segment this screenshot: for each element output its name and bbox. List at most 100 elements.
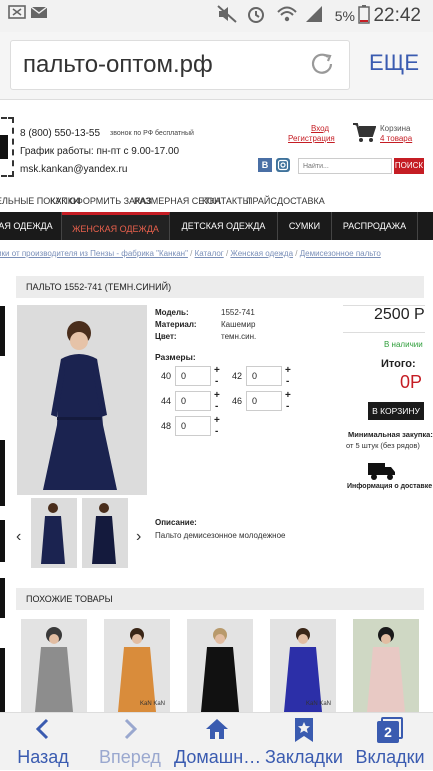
address-bar[interactable]: пальто-оптом.рф — [10, 40, 350, 90]
plus-button[interactable]: + — [214, 391, 220, 401]
breadcrumb-sep: / — [225, 249, 229, 258]
size-qty-input[interactable]: 0 — [175, 391, 211, 411]
clock: 22:42 — [373, 5, 421, 26]
similar-product-card[interactable] — [21, 619, 87, 712]
header-schedule: График работы: пн-пт с 9.00-17.00 — [20, 146, 180, 157]
description-text: Пальто демисезонное молодежное — [155, 531, 286, 540]
main-nav-item[interactable]: АЯ ОДЕЖДА — [0, 212, 62, 240]
total-value: 0Р — [400, 372, 423, 392]
top-nav-item[interactable]: ДОСТАВКА — [277, 196, 325, 206]
search-button[interactable]: ПОИСК — [394, 158, 424, 174]
minus-button[interactable]: - — [286, 377, 289, 387]
minus-button[interactable]: - — [286, 402, 289, 412]
product-thumbnail[interactable] — [82, 498, 128, 568]
sidebar-fragment — [0, 578, 5, 618]
header-phone[interactable]: 8 (800) 550-13-55 — [20, 128, 100, 139]
thumb-next-arrow[interactable]: › — [136, 528, 141, 546]
home-label: Домашн… — [174, 747, 262, 767]
plus-button[interactable]: + — [285, 391, 291, 401]
thumb-prev-arrow[interactable]: ‹ — [16, 528, 21, 546]
breadcrumb-current[interactable]: Демисезонное пальто — [300, 249, 381, 258]
breadcrumb-women[interactable]: Женская одежда — [230, 249, 293, 258]
breadcrumb-home[interactable]: мки от производителя из Пензы - фабрика … — [0, 249, 188, 258]
site-logo[interactable] — [0, 117, 14, 177]
breadcrumb-sep: / — [190, 249, 193, 258]
sizes-label: Размеры: — [155, 352, 196, 362]
bookmarks-button[interactable]: Закладки — [262, 713, 346, 771]
tabs-label: Вкладки — [355, 747, 425, 767]
total-label: Итого: — [381, 358, 416, 370]
bookmarks-label: Закладки — [265, 747, 343, 767]
delivery-info-link[interactable]: Информация о доставке — [347, 483, 432, 490]
login-link[interactable]: Вход — [311, 124, 329, 133]
size-qty-input[interactable]: 0 — [175, 366, 211, 386]
size-label: 44 — [161, 396, 172, 406]
main-nav-item[interactable]: ДЕТСКАЯ ОДЕЖДА — [170, 212, 278, 240]
cart-count-link[interactable]: 4 товара — [380, 134, 412, 143]
sidebar-fragment — [0, 440, 5, 506]
breadcrumb-catalog[interactable]: Каталог — [195, 249, 224, 258]
address-text: пальто-оптом.рф — [23, 51, 213, 78]
forward-label: Вперед — [99, 747, 161, 767]
min-order-value: от 5 штук (без рядов) — [346, 441, 420, 450]
plus-button[interactable]: + — [285, 366, 291, 376]
back-label: Назад — [17, 747, 69, 767]
similar-product-card[interactable]: KaN KaN — [104, 619, 170, 712]
main-nav-item[interactable]: СУМКИ — [278, 212, 332, 240]
back-arrow-icon — [4, 717, 82, 747]
size-qty-input[interactable]: 0 — [246, 366, 282, 386]
top-nav: ЕЛЬНЫЕ ПОКУПКИ КАК ОФОРМИТЬ ЗАКАЗ РАЗМЕР… — [0, 196, 433, 210]
instagram-icon[interactable] — [276, 158, 290, 172]
sidebar-fragment — [0, 520, 5, 562]
minus-button[interactable]: - — [215, 377, 218, 387]
minus-button[interactable]: - — [215, 427, 218, 437]
reload-icon[interactable] — [307, 49, 337, 79]
register-link[interactable]: Регистрация — [288, 134, 335, 143]
header-email[interactable]: msk.kankan@yandex.ru — [20, 164, 127, 175]
model-value: 1552-741 — [221, 308, 255, 317]
back-button[interactable]: Назад — [4, 713, 82, 771]
product-title: ПАЛЬТО 1552-741 (ТЕМН.СИНИЙ) — [16, 276, 424, 298]
similar-product-card[interactable]: KaN KaN — [270, 619, 336, 712]
size-label: 40 — [161, 371, 172, 381]
signal-icon — [304, 4, 324, 29]
similar-product-card[interactable] — [353, 619, 419, 712]
battery-percent: 5% — [334, 8, 355, 24]
sidebar-fragment — [0, 306, 5, 356]
product-main-image[interactable] — [17, 305, 147, 495]
main-nav-item-active[interactable]: ЖЕНСКАЯ ОДЕЖДА — [62, 212, 170, 240]
home-button[interactable]: Домашн… — [174, 713, 262, 771]
forward-arrow-icon — [88, 717, 172, 747]
similar-product-card[interactable] — [187, 619, 253, 712]
top-nav-item[interactable]: ПРАЙС — [246, 196, 277, 206]
plus-button[interactable]: + — [214, 416, 220, 426]
size-qty-input[interactable]: 0 — [246, 391, 282, 411]
search-input[interactable] — [298, 158, 392, 174]
color-value: темн.син. — [221, 332, 257, 341]
material-value: Кашемир — [221, 320, 256, 329]
breadcrumb-sep: / — [295, 249, 298, 258]
model-label: Модель: — [155, 308, 189, 317]
cart-icon[interactable] — [352, 122, 377, 149]
status-bar: 5% 22:42 — [0, 0, 433, 32]
browser-toolbar: пальто-оптом.рф ЕЩЕ — [0, 32, 433, 100]
add-to-cart-button[interactable]: В КОРЗИНУ — [368, 402, 424, 420]
tabs-icon: 2 — [350, 717, 430, 749]
header-phone-note: звонок по РФ бесплатный — [110, 130, 194, 137]
brand-tag: KaN KaN — [140, 701, 166, 707]
tabs-button[interactable]: 2 Вкладки — [350, 713, 430, 771]
wifi-icon — [276, 4, 298, 29]
size-label: 42 — [232, 371, 243, 381]
more-menu-button[interactable]: ЕЩЕ — [369, 50, 419, 76]
forward-button[interactable]: Вперед — [88, 713, 172, 771]
plus-button[interactable]: + — [214, 366, 220, 376]
vk-icon[interactable]: В — [258, 158, 272, 172]
size-qty-input[interactable]: 0 — [175, 416, 211, 436]
description-label: Описание: — [155, 518, 197, 527]
product-thumbnail[interactable] — [31, 498, 77, 568]
mute-icon — [216, 4, 238, 29]
top-nav-item[interactable]: КОНТАКТЫ — [202, 196, 251, 206]
breadcrumb: мки от производителя из Пензы - фабрика … — [0, 249, 381, 258]
main-nav-item[interactable]: РАСПРОДАЖА — [332, 212, 418, 240]
minus-button[interactable]: - — [215, 402, 218, 412]
